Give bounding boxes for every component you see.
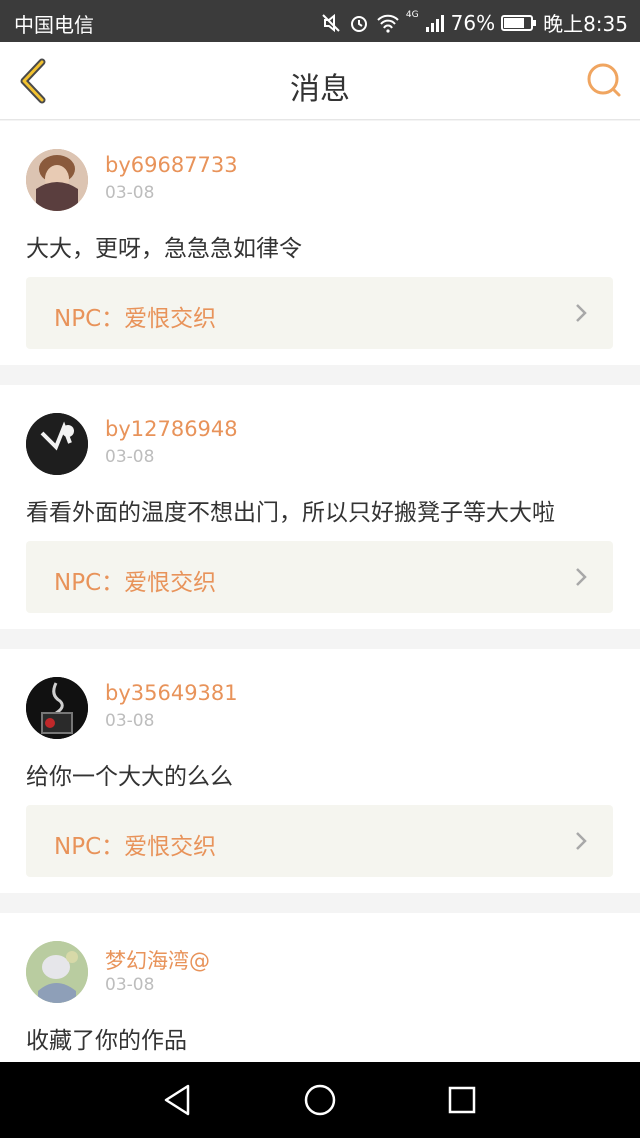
avatar[interactable] (26, 149, 88, 211)
message-card[interactable]: by69687733 03-08 大大，更呀，急急急如律令 NPC：爱恨交织 (0, 121, 640, 365)
message-text: 收藏了你的作品 (26, 1028, 187, 1054)
chevron-right-icon (576, 568, 587, 586)
message-card[interactable]: by12786948 03-08 看看外面的温度不想出门，所以只好搬凳子等大大啦… (0, 385, 640, 629)
message-card[interactable]: by35649381 03-08 给你一个大大的么么 NPC：爱恨交织 (0, 649, 640, 893)
chevron-right-icon (576, 304, 587, 322)
mute-icon (322, 13, 340, 32)
avatar[interactable] (26, 677, 88, 739)
system-nav-bar (0, 1062, 640, 1138)
avatar[interactable] (26, 413, 88, 475)
message-text: 大大，更呀，急急急如律令 (26, 236, 302, 262)
network-type: 4G (405, 10, 419, 20)
home-circle-icon[interactable] (300, 1080, 340, 1120)
npc-label: NPC：爱恨交织 (54, 834, 217, 860)
status-icons: 4G 76% 晚上8:35 (320, 8, 628, 37)
username[interactable]: by35649381 (105, 681, 238, 705)
avatar[interactable] (26, 941, 88, 1003)
recents-square-icon[interactable] (442, 1080, 482, 1120)
app-header: 消息 (0, 42, 640, 120)
npc-link[interactable]: NPC：爱恨交织 (26, 277, 613, 349)
status-bar: 中国电信 4G 76% 晚上8:35 (0, 0, 640, 42)
message-date: 03-08 (105, 183, 155, 203)
search-icon[interactable] (584, 60, 624, 100)
message-date: 03-08 (105, 447, 155, 467)
npc-link[interactable]: NPC：爱恨交织 (26, 541, 613, 613)
npc-label: NPC：爱恨交织 (54, 570, 217, 596)
npc-link[interactable]: NPC：爱恨交织 (26, 805, 613, 877)
message-text: 给你一个大大的么么 (26, 764, 233, 790)
message-date: 03-08 (105, 975, 155, 995)
wifi-icon (377, 14, 399, 33)
carrier-label: 中国电信 (14, 13, 94, 37)
page-title: 消息 (290, 72, 350, 107)
chevron-right-icon (576, 832, 587, 850)
back-triangle-icon[interactable] (158, 1080, 198, 1120)
message-date: 03-08 (105, 711, 155, 731)
signal-icon (425, 14, 444, 32)
username[interactable]: by69687733 (105, 153, 238, 177)
message-text: 看看外面的温度不想出门，所以只好搬凳子等大大啦 (26, 500, 555, 526)
username[interactable]: by12786948 (105, 417, 238, 441)
alarm-icon (350, 15, 367, 32)
username[interactable]: 梦幻海湾@ (105, 945, 210, 975)
battery-icon (501, 14, 537, 31)
battery-percent: 76% (450, 10, 496, 35)
npc-label: NPC：爱恨交织 (54, 306, 217, 332)
clock: 晚上8:35 (543, 12, 628, 36)
